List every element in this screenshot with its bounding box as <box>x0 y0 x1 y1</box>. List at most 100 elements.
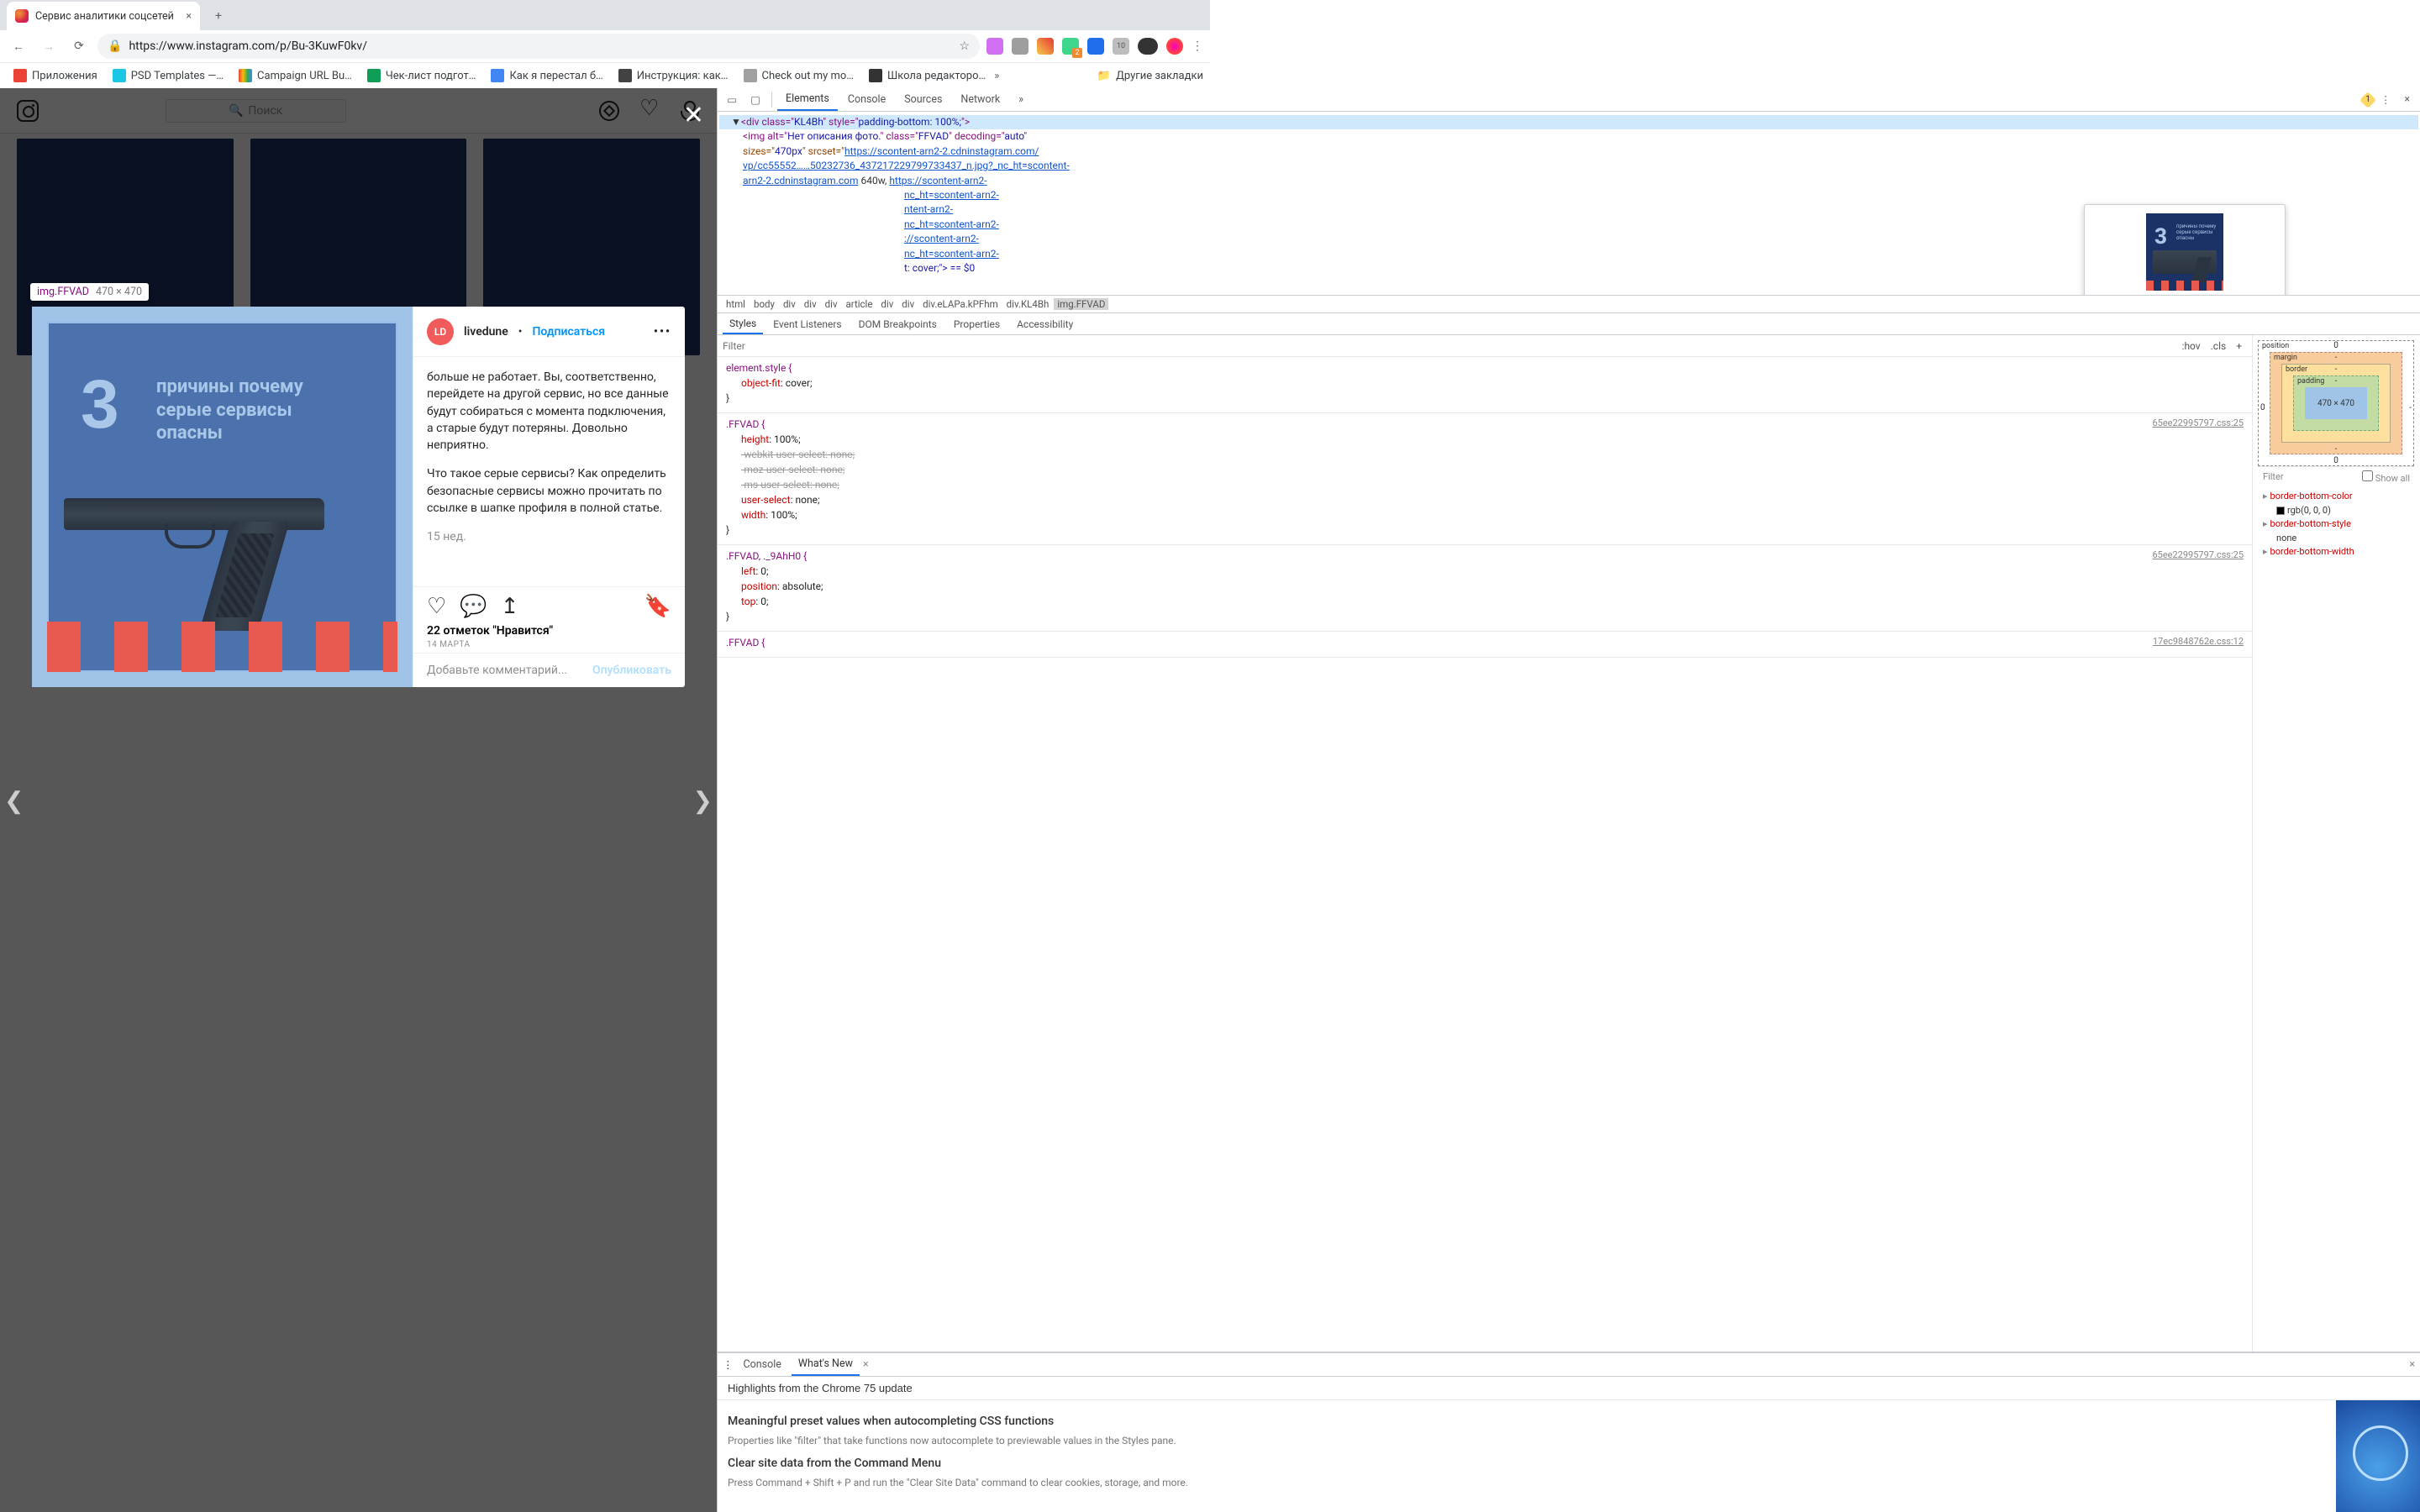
browser-chrome: Сервис аналитики соцсетей × + ← → ⟳ 🔒 ht… <box>0 0 1210 88</box>
inspect-tool-icon[interactable]: ▭ <box>721 93 743 107</box>
post-actions: ♡ 💬 ↥ 🔖 22 отметок "Нравится" 14 МАРТА <box>413 586 685 653</box>
tab-dom-breakpoints[interactable]: DOM Breakpoints <box>852 313 944 334</box>
page-content: 🔍 Поиск LIVEDUNE LIVEDUNE LIVEDUNE ✕ ❮ ❯… <box>0 88 717 1512</box>
whatsnew-illustration <box>2336 1400 2420 1512</box>
devtools-tabs: ▭ ▢ Elements Console Sources Network » 1… <box>718 88 2420 112</box>
close-modal-icon[interactable]: ✕ <box>683 101 704 130</box>
post-modal: 3 причины почему серые сервисы опасны LD… <box>32 307 685 687</box>
profile-avatar[interactable] <box>1166 38 1183 55</box>
back-button[interactable]: ← <box>7 34 30 58</box>
prev-post-button[interactable]: ❮ <box>4 786 24 814</box>
likes-count[interactable]: 22 отметок "Нравится" <box>427 624 671 638</box>
bookmark-item[interactable]: Check out my mo… <box>737 66 860 86</box>
tab-elements[interactable]: Elements <box>777 88 838 111</box>
whatsnew-content: Meaningful preset values when autocomple… <box>718 1400 2336 1512</box>
drawer-tab-whatsnew[interactable]: What's New <box>792 1353 860 1376</box>
element-inspector-tooltip: img.FFVAD 470 × 470 <box>30 283 149 301</box>
add-rule-icon[interactable]: + <box>2231 340 2247 352</box>
tab-title: Сервис аналитики соцсетей <box>35 10 174 23</box>
modal-backdrop[interactable] <box>0 88 717 1512</box>
show-all-checkbox[interactable] <box>2362 470 2373 481</box>
extension-icon[interactable]: 10 <box>1113 38 1129 55</box>
bookmark-item[interactable]: Campaign URL Bu… <box>232 66 359 86</box>
close-drawer-tab-icon[interactable]: × <box>863 1358 869 1371</box>
url-text: https://www.instagram.com/p/Bu-3KuwF0kv/ <box>129 39 367 53</box>
extension-icon[interactable] <box>986 38 1003 55</box>
bookmark-item[interactable]: Чек-лист подгот… <box>360 66 483 86</box>
tabs-overflow[interactable]: » <box>1010 88 1032 111</box>
folder-icon: 📁 <box>1097 70 1111 82</box>
more-options-icon[interactable]: ••• <box>654 325 671 339</box>
extension-icon[interactable] <box>1138 38 1158 55</box>
tab-accessibility[interactable]: Accessibility <box>1010 313 1080 334</box>
comment-icon[interactable]: 💬 <box>460 594 487 619</box>
bookmark-icon <box>744 69 757 82</box>
tab-console[interactable]: Console <box>839 88 894 111</box>
box-model-diagram[interactable]: position000- margin-- border- padding- 4… <box>2258 340 2414 466</box>
tab-sources[interactable]: Sources <box>896 88 950 111</box>
publish-button[interactable]: Опубликовать <box>592 664 671 677</box>
bookmark-item[interactable]: Как я перестал б… <box>484 66 609 86</box>
relative-time: 15 нед. <box>427 530 466 543</box>
bookmark-item[interactable]: Инструкция: как… <box>612 66 735 86</box>
image-headline: причины почему серые сервисы опасны <box>156 375 303 445</box>
share-icon[interactable]: ↥ <box>501 594 519 619</box>
follow-button[interactable]: Подписаться <box>533 325 606 339</box>
address-bar[interactable]: 🔒 https://www.instagram.com/p/Bu-3KuwF0k… <box>97 34 980 59</box>
device-mode-icon[interactable]: ▢ <box>744 93 766 107</box>
reload-button[interactable]: ⟳ <box>67 34 91 58</box>
drawer-tab-console[interactable]: Console <box>737 1353 788 1376</box>
tab-event-listeners[interactable]: Event Listeners <box>766 313 848 334</box>
styles-rules[interactable]: :hov .cls + element.style { object-fit: … <box>718 335 2252 1352</box>
warning-badge[interactable]: 1 <box>2360 92 2376 108</box>
avatar[interactable]: LD <box>427 318 454 345</box>
cls-toggle[interactable]: .cls <box>2206 340 2232 352</box>
toolbar: ← → ⟳ 🔒 https://www.instagram.com/p/Bu-3… <box>0 30 1210 62</box>
styles-tab-bar: Styles Event Listeners DOM Breakpoints P… <box>718 313 2420 335</box>
comment-input[interactable]: Добавьте комментарий... <box>427 664 592 677</box>
extension-icon[interactable] <box>1012 38 1028 55</box>
browser-tab[interactable]: Сервис аналитики соцсетей × <box>7 2 200 30</box>
post-caption: больше не работает. Вы, соответственно, … <box>413 357 685 586</box>
lock-icon: 🔒 <box>108 39 122 53</box>
drawer-subtitle: Highlights from the Chrome 75 update <box>718 1377 2420 1400</box>
styles-filter-input[interactable] <box>723 340 2177 352</box>
username-link[interactable]: livedune <box>464 325 508 339</box>
other-bookmarks[interactable]: 📁 Другие закладки <box>1097 70 1203 82</box>
tab-properties[interactable]: Properties <box>947 313 1007 334</box>
menu-icon[interactable]: ⋮ <box>1192 39 1203 53</box>
like-icon[interactable]: ♡ <box>427 594 446 619</box>
extensions: 10 ⋮ <box>986 38 1203 55</box>
extension-icon[interactable] <box>1087 38 1104 55</box>
bookmarks-overflow[interactable]: » <box>994 70 999 82</box>
bookmark-item[interactable]: Школа редакторо… <box>862 66 992 86</box>
forward-button[interactable]: → <box>37 34 60 58</box>
close-devtools-icon[interactable]: × <box>2397 93 2417 106</box>
apps-button[interactable]: Приложения <box>7 66 104 86</box>
gun-illustration <box>64 490 383 641</box>
save-icon[interactable]: 🔖 <box>644 594 671 619</box>
close-icon[interactable]: × <box>186 10 192 23</box>
new-tab-button[interactable]: + <box>207 4 230 28</box>
dom-breadcrumbs[interactable]: htmlbodydivdivdivarticledivdivdiv.eLAPa.… <box>718 295 2420 313</box>
post-image-highlighted[interactable]: 3 причины почему серые сервисы опасны <box>32 307 413 687</box>
hov-toggle[interactable]: :hov <box>2177 340 2206 352</box>
tab-styles[interactable]: Styles <box>723 313 763 334</box>
bookmark-icon <box>239 69 252 82</box>
bookmark-star-icon[interactable]: ☆ <box>959 39 970 53</box>
close-drawer-icon[interactable]: × <box>2409 1358 2415 1371</box>
computed-properties[interactable]: ▸border-bottom-color rgb(0, 0, 0) ▸borde… <box>2258 486 2415 563</box>
next-post-button[interactable]: ❯ <box>693 786 713 814</box>
extension-icon[interactable] <box>1062 38 1079 55</box>
tab-network[interactable]: Network <box>952 88 1008 111</box>
devtools-menu-icon[interactable]: ⋮ <box>2375 93 2396 107</box>
drawer-menu-icon[interactable]: ⋮ <box>723 1358 734 1372</box>
elements-tree[interactable]: ▼<div class="KL4Bh" style="padding-botto… <box>718 112 2420 295</box>
bookmark-item[interactable]: PSD Templates —… <box>106 66 230 86</box>
post-header: LD livedune • Подписаться ••• <box>413 307 685 357</box>
bookmark-icon <box>491 69 504 82</box>
extension-icon[interactable] <box>1037 38 1054 55</box>
bookmark-icon <box>113 69 126 82</box>
bookmark-icon <box>618 69 632 82</box>
styles-panel: :hov .cls + element.style { object-fit: … <box>718 335 2420 1352</box>
